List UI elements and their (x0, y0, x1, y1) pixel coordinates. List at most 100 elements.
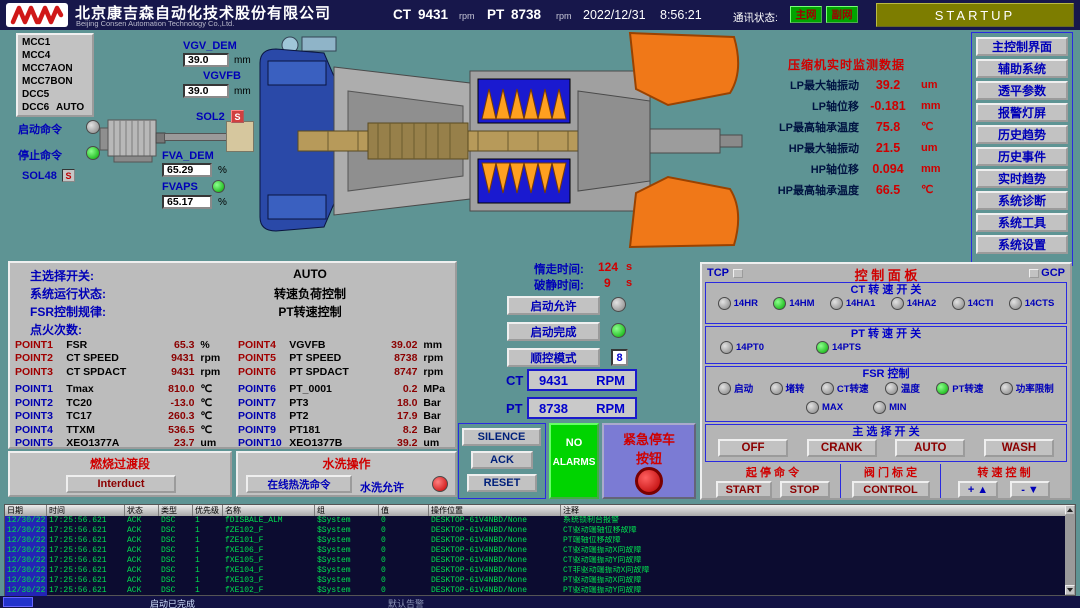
column-header[interactable]: 时间 (47, 505, 125, 516)
emergency-stop-button[interactable] (635, 467, 663, 495)
monitor-row: LP轴位移 -0.181 mm (745, 95, 980, 116)
sidebar-nav-button[interactable]: 实时趋势 (976, 169, 1068, 188)
fsr-limit-switch[interactable]: MAX (806, 401, 843, 414)
turbine-status-panel: 主选择开关: AUTO 系统运行状态: 转速负荷控制 FSR控制规律: PT转速… (8, 261, 457, 449)
ignition-count-label: 点火次数: (30, 321, 82, 338)
ct-speed-switch[interactable]: 14HR (718, 297, 758, 310)
sidebar-nav-button[interactable]: 报警灯屏 (976, 103, 1068, 122)
alarm-row[interactable]: 12/30/22 17:25:56.621 ACK DSC 1 fXE106_F… (5, 546, 1075, 556)
point-name: TC20 (66, 397, 149, 409)
point-name: VGVFB (289, 339, 372, 351)
alarm-row[interactable]: 12/30/22 17:25:56.621 ACK DSC 1 fDISBALE… (5, 516, 1075, 526)
column-header[interactable]: 类型 (159, 505, 193, 516)
interduct-button[interactable]: Interduct (66, 475, 176, 493)
fsr-mode-switch[interactable]: 温度 (885, 381, 920, 395)
ct-speed-switch[interactable]: 14HA2 (891, 297, 937, 310)
sidebar-nav-button[interactable]: 历史趋势 (976, 125, 1068, 144)
selector-mode-button[interactable]: OFF (718, 439, 788, 457)
point-value: 260.3 (149, 410, 194, 422)
monitor-value: 21.5 (859, 141, 917, 155)
monitor-value: 39.2 (859, 78, 917, 92)
sidebar-nav-button[interactable]: 辅助系统 (976, 59, 1068, 78)
pt-speed-switch[interactable]: 14PT0 (720, 341, 764, 354)
pt-speed-switch[interactable]: 14PTS (816, 341, 861, 354)
stop-button[interactable]: STOP (780, 481, 830, 498)
alarm-type: DSC (159, 566, 193, 576)
speed-raise-button[interactable]: + ▲ (958, 481, 998, 498)
scrollbar-down-button[interactable] (1065, 585, 1075, 595)
point-unit: ℃ (194, 397, 230, 409)
sidebar-nav-button[interactable]: 透平参数 (976, 81, 1068, 100)
reset-button[interactable]: RESET (467, 474, 537, 492)
alarm-row[interactable]: 12/30/22 17:25:56.621 ACK DSC 1 fZE102_F… (5, 526, 1075, 536)
alarm-status: ACK (125, 536, 159, 546)
speed-lower-button[interactable]: - ▼ (1010, 481, 1050, 498)
point-value: 9431 (149, 352, 194, 364)
start-button[interactable]: START (716, 481, 772, 498)
fsr-mode-switch[interactable]: 功率限制 (1000, 381, 1054, 395)
startup-mode-button[interactable]: STARTUP (876, 3, 1074, 27)
fsr-section-title: FSR 控制 (706, 367, 1066, 381)
monitor-value: 0.094 (859, 162, 917, 176)
column-header[interactable]: 组 (315, 505, 379, 516)
column-header[interactable]: 值 (379, 505, 429, 516)
selector-mode-button[interactable]: WASH (984, 439, 1054, 457)
sidebar-nav-button[interactable]: 主控制界面 (976, 37, 1068, 56)
vgv-dem-value: 39.0 (183, 53, 229, 67)
rest-timer-unit: s (626, 277, 632, 289)
scrollbar-up-button[interactable] (1065, 505, 1075, 515)
alarm-time: 17:25:56.621 (47, 586, 125, 596)
alarm-row[interactable]: 12/30/22 17:25:56.621 ACK DSC 1 fXE103_F… (5, 576, 1075, 586)
fsr-mode-switch[interactable]: 堵转 (770, 381, 805, 395)
sidebar-nav-button[interactable]: 历史事件 (976, 147, 1068, 166)
ct-speed-switch[interactable]: 14HA1 (830, 297, 876, 310)
alarm-date: 12/30/22 (5, 586, 47, 596)
alarm-table-scrollbar[interactable] (1065, 505, 1075, 595)
alarm-row[interactable]: 12/30/22 17:25:56.621 ACK DSC 1 fZE101_F… (5, 536, 1075, 546)
point-id: POINT7 (238, 397, 289, 409)
point-id: POINT6 (238, 383, 289, 395)
start-stop-title: 起 停 命 令 (705, 464, 840, 480)
alarm-row[interactable]: 12/30/22 17:25:56.621 ACK DSC 1 fXE104_F… (5, 566, 1075, 576)
monitor-label: HP最大轴振动 (745, 140, 859, 156)
selector-label: 主选择开关: (30, 267, 94, 284)
column-header[interactable]: 优先级 (193, 505, 223, 516)
speed-control-title: 转 速 控 制 (941, 464, 1067, 480)
ct-speed-switch[interactable]: 14CTI (952, 297, 994, 310)
silence-button[interactable]: SILENCE (462, 428, 541, 446)
alarm-row[interactable]: 12/30/22 17:25:56.621 ACK DSC 1 fXE102_F… (5, 586, 1075, 596)
ct-speed-switch[interactable]: 14HM (773, 297, 814, 310)
column-header[interactable]: 操作位置 (429, 505, 561, 516)
switch-label: MIN (889, 402, 906, 413)
column-header[interactable]: 日期 (5, 505, 47, 516)
ct-speed-switch[interactable]: 14CTS (1009, 297, 1055, 310)
fsr-mode-switch[interactable]: 启动 (718, 381, 753, 395)
column-header[interactable]: 名称 (223, 505, 315, 516)
alarm-value: 0 (379, 536, 429, 546)
fsr-mode-switch[interactable]: PT转速 (936, 381, 983, 395)
selector-mode-button[interactable]: CRANK (807, 439, 877, 457)
fsr-limit-switch[interactable]: MIN (873, 401, 906, 414)
alarm-time: 17:25:56.621 (47, 536, 125, 546)
sidebar-nav-button[interactable]: 系统工具 (976, 213, 1068, 232)
valve-control-button[interactable]: CONTROL (852, 481, 930, 498)
point-unit: um (417, 437, 453, 449)
start-complete-button[interactable]: 启动完成 (507, 322, 600, 341)
alarm-group: $System (315, 526, 379, 536)
start-permit-button[interactable]: 启动允许 (507, 296, 600, 315)
sidebar-nav-button[interactable]: 系统设置 (976, 235, 1068, 254)
point-unit: ℃ (194, 424, 230, 436)
alarm-status: ACK (125, 556, 159, 566)
online-wash-button[interactable]: 在线热洗命令 (246, 475, 352, 493)
column-header[interactable]: 注释 (561, 505, 1075, 516)
fsr-mode-switch[interactable]: CT转速 (821, 381, 869, 395)
alarm-row[interactable]: 12/30/22 17:25:56.621 ACK DSC 1 fXE105_F… (5, 556, 1075, 566)
alarm-value: 0 (379, 586, 429, 596)
ack-button[interactable]: ACK (471, 451, 533, 469)
column-header[interactable]: 状态 (125, 505, 159, 516)
point-unit: Bar (417, 397, 453, 409)
selector-mode-button[interactable]: AUTO (895, 439, 965, 457)
sidebar-nav-button[interactable]: 系统诊断 (976, 191, 1068, 210)
fva-dem-value: 65.29 (162, 163, 212, 177)
sequence-mode-button[interactable]: 顺控模式 (507, 348, 600, 367)
